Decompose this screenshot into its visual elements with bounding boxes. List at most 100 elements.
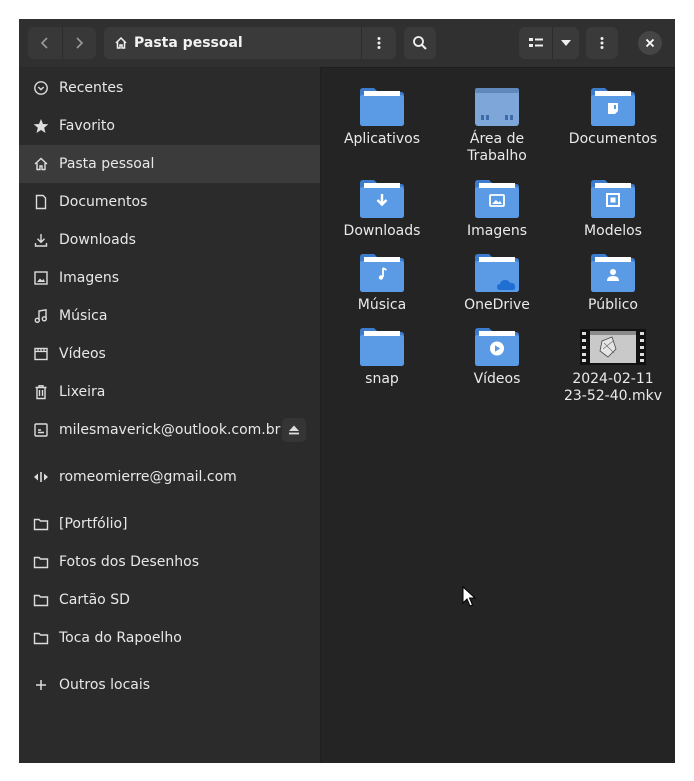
main-menu-button[interactable] <box>586 27 618 59</box>
view-switcher <box>519 27 579 59</box>
desktop-folder-icon <box>475 88 519 126</box>
file-item-publico[interactable]: Público <box>557 245 669 314</box>
folder-icon <box>360 88 404 126</box>
sidebar-item-toca-do-rapoelho[interactable]: Toca do Rapoelho <box>19 619 320 657</box>
mouse-pointer-icon <box>462 586 476 607</box>
folder-icon <box>33 592 49 608</box>
sidebar-item-portfolio[interactable]: [Portfólio] <box>19 505 320 543</box>
file-name: Modelos <box>584 223 642 239</box>
back-button[interactable] <box>28 27 62 59</box>
sidebar-item-pasta-pessoal[interactable]: Pasta pessoal <box>19 145 320 183</box>
search-icon <box>413 36 427 50</box>
path-crumb-home[interactable]: Pasta pessoal <box>104 27 361 59</box>
image-icon <box>33 270 49 286</box>
eject-button[interactable] <box>282 418 306 442</box>
sidebar-item-label: romeomierre@gmail.com <box>59 469 237 485</box>
sidebar-item-recentes[interactable]: Recentes <box>19 69 320 107</box>
file-name: OneDrive <box>464 297 530 313</box>
file-item-modelos[interactable]: Modelos <box>557 171 669 240</box>
file-name: snap <box>365 371 399 387</box>
file-item-snap[interactable]: snap <box>326 319 438 388</box>
downloads-folder-icon <box>360 180 404 218</box>
sidebar-item-label: Toca do Rapoelho <box>59 630 182 646</box>
sidebar-item-favorito[interactable]: Favorito <box>19 107 320 145</box>
videos-folder-icon <box>475 328 519 366</box>
triangle-down-icon <box>561 40 572 46</box>
sidebar-item-label: [Portfólio] <box>59 516 128 532</box>
close-icon <box>645 38 655 48</box>
file-item-area-de-trabalho[interactable]: Área de Trabalho <box>441 79 553 165</box>
templates-folder-icon <box>591 180 635 218</box>
path-bar: Pasta pessoal <box>104 27 396 59</box>
sidebar-item-label: Fotos dos Desenhos <box>59 554 200 570</box>
file-name: Público <box>588 297 638 313</box>
sidebar-item-imagens[interactable]: Imagens <box>19 259 320 297</box>
home-icon <box>115 36 127 49</box>
file-name: Documentos <box>568 131 658 147</box>
trash-icon <box>33 384 49 400</box>
film-icon <box>33 346 49 362</box>
sidebar-item-documentos[interactable]: Documentos <box>19 183 320 221</box>
file-item-documentos[interactable]: Documentos <box>557 79 669 148</box>
network-share-icon <box>33 469 49 485</box>
file-item-aplicativos[interactable]: Aplicativos <box>326 79 438 148</box>
home-icon <box>33 156 49 172</box>
list-view-icon <box>528 38 543 47</box>
pictures-folder-icon <box>475 180 519 218</box>
file-grid: Aplicativos Área de Trabalho Documentos … <box>321 67 675 763</box>
documents-folder-icon <box>591 88 635 126</box>
sidebar-item-label: Pasta pessoal <box>59 156 155 172</box>
sidebar-item-fotos-dos-desenhos[interactable]: Fotos dos Desenhos <box>19 543 320 581</box>
navigation-buttons <box>28 27 96 59</box>
eject-icon <box>289 425 299 435</box>
file-name: 2024-02-11 23-52-40.mkv <box>563 371 663 404</box>
onedrive-folder-icon <box>475 254 519 292</box>
file-name: Vídeos <box>473 371 521 387</box>
sidebar-item-musica[interactable]: Música <box>19 297 320 335</box>
sidebar-item-lixeira[interactable]: Lixeira <box>19 373 320 411</box>
search-button[interactable] <box>404 27 436 59</box>
view-options-dropdown[interactable] <box>553 27 579 59</box>
folder-icon <box>33 630 49 646</box>
file-item-videos[interactable]: Vídeos <box>441 319 553 388</box>
close-button[interactable] <box>638 31 662 55</box>
clock-icon <box>33 80 49 96</box>
folder-icon <box>33 516 49 532</box>
plus-icon <box>33 677 49 693</box>
chevron-left-icon <box>40 37 48 49</box>
file-item-imagens[interactable]: Imagens <box>441 171 553 240</box>
sidebar-item-videos[interactable]: Vídeos <box>19 335 320 373</box>
folder-icon <box>360 328 404 366</box>
file-item-onedrive[interactable]: OneDrive <box>441 245 553 314</box>
location-menu-button[interactable] <box>361 27 396 59</box>
header-bar: Pasta pessoal <box>19 19 675 68</box>
file-item-video-mkv[interactable]: 2024-02-11 23-52-40.mkv <box>557 319 669 405</box>
vertical-dots-icon <box>377 37 381 49</box>
file-name: Música <box>357 297 407 313</box>
sidebar-item-label: Cartão SD <box>59 592 130 608</box>
music-icon <box>33 308 49 324</box>
document-icon <box>33 194 49 210</box>
sidebar-item-label: Favorito <box>59 118 115 134</box>
vertical-dots-icon <box>600 37 604 49</box>
file-item-downloads[interactable]: Downloads <box>326 171 438 240</box>
sidebar-item-label: Lixeira <box>59 384 106 400</box>
sidebar-item-label: Recentes <box>59 80 124 96</box>
sidebar-item-label: Imagens <box>59 270 120 286</box>
sidebar-item-gmail-share[interactable]: romeomierre@gmail.com <box>19 458 320 496</box>
sidebar-item-outlook-account[interactable]: milesmaverick@outlook.com.br <box>19 411 320 449</box>
list-view-button[interactable] <box>519 27 554 59</box>
star-icon <box>33 118 49 134</box>
forward-button[interactable] <box>61 27 97 59</box>
sidebar-item-label: milesmaverick@outlook.com.br <box>59 422 281 438</box>
file-manager-window: Pasta pessoal Recentes Favorito Pasta pe… <box>19 19 675 763</box>
chevron-right-icon <box>76 37 84 49</box>
file-name: Aplicativos <box>343 131 421 147</box>
sidebar-item-outros-locais[interactable]: Outros locais <box>19 666 320 704</box>
sidebar-item-label: Música <box>59 308 108 324</box>
sidebar-item-cartao-sd[interactable]: Cartão SD <box>19 581 320 619</box>
sidebar-item-downloads[interactable]: Downloads <box>19 221 320 259</box>
sidebar-item-label: Outros locais <box>59 677 151 693</box>
file-item-musica[interactable]: Música <box>326 245 438 314</box>
online-account-icon <box>33 422 49 438</box>
